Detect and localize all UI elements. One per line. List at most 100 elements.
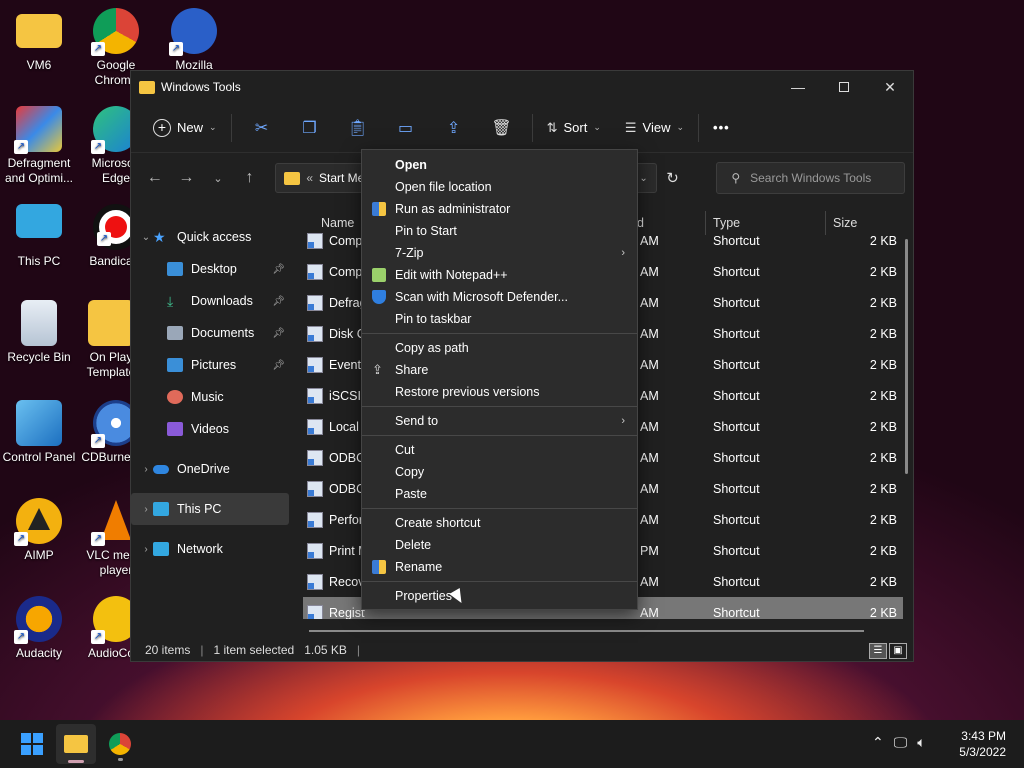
menu-item-paste[interactable]: Paste [362, 483, 637, 505]
chevron-down-icon[interactable]: ⌄ [139, 232, 153, 243]
shortcut-arrow-icon: ↗ [169, 42, 183, 56]
desktop-icon-audacity[interactable]: ↗ Audacity [0, 596, 78, 676]
sidebar-item-downloads[interactable]: ⤓ Downloads 📌︎ [131, 285, 289, 317]
desktop-icon-vm6[interactable]: VM6 [0, 8, 78, 88]
menu-item-create-shortcut[interactable]: Create shortcut [362, 512, 637, 534]
taskbar-chrome[interactable] [100, 724, 140, 764]
file-date: PM [640, 543, 659, 558]
share-button[interactable]: ⇪ [430, 111, 478, 145]
menu-item-pin-to-taskbar[interactable]: Pin to taskbar [362, 308, 637, 330]
menu-item-copy[interactable]: Copy [362, 461, 637, 483]
tiles-view-button[interactable]: ▣ [889, 643, 907, 659]
rename-button[interactable]: ▭ [382, 111, 430, 145]
shortcut-file-icon [307, 511, 323, 528]
pin-icon[interactable]: 📌︎ [272, 296, 285, 307]
sidebar-item-network[interactable]: › Network [131, 533, 289, 565]
title-bar[interactable]: Windows Tools — ✕ [131, 71, 913, 103]
menu-item-share[interactable]: ⇪ Share [362, 359, 637, 381]
close-button[interactable]: ✕ [867, 71, 913, 103]
chevron-down-icon[interactable]: ⌄ [639, 173, 647, 184]
details-view-button[interactable]: ☰ [869, 643, 887, 659]
horizontal-scrollbar[interactable] [309, 630, 864, 632]
menu-item-label: Pin to taskbar [395, 312, 472, 326]
clock[interactable]: 3:43 PM 5/3/2022 [959, 728, 1006, 760]
new-button[interactable]: + New ⌄ [145, 111, 225, 145]
volume-icon[interactable]: 🔈︎ [917, 734, 925, 751]
breadcrumb-overflow[interactable]: « [306, 171, 313, 185]
desktop-icon-control-panel[interactable]: Control Panel [0, 400, 78, 480]
file-type: Shortcut [713, 295, 760, 310]
sidebar-item-this-pc[interactable]: › This PC [131, 493, 289, 525]
pin-icon[interactable]: 📌︎ [272, 264, 285, 275]
menu-item-restore-versions[interactable]: Restore previous versions [362, 381, 637, 403]
taskbar-file-explorer[interactable] [56, 724, 96, 764]
up-button[interactable]: ↑ [234, 169, 266, 187]
file-date: AM [640, 295, 659, 310]
desktop-icon-label: Recycle Bin [7, 350, 71, 364]
chevron-right-icon: › [621, 415, 625, 427]
chevron-right-icon[interactable]: › [139, 464, 153, 475]
control-panel-icon [16, 400, 62, 446]
pin-icon[interactable]: 📌︎ [272, 328, 285, 339]
menu-item-rename[interactable]: Rename [362, 556, 637, 578]
view-button[interactable]: ☰ View ⌄ [617, 111, 692, 145]
sidebar-item-desktop[interactable]: Desktop 📌︎ [131, 253, 289, 285]
system-tray: ⌃ 🖵︎ 🔈︎ [872, 734, 926, 751]
view-icon: ☰ [624, 119, 637, 135]
menu-item-edit-notepadpp[interactable]: Edit with Notepad++ [362, 264, 637, 286]
more-options-button[interactable]: ••• [705, 111, 738, 145]
chevron-up-icon[interactable]: ⌃ [872, 734, 884, 751]
minimize-button[interactable]: — [775, 71, 821, 103]
menu-item-properties[interactable]: Properties [362, 585, 637, 607]
maximize-button[interactable] [821, 71, 867, 103]
menu-item-run-as-admin[interactable]: Run as administrator [362, 198, 637, 220]
chevron-right-icon[interactable]: › [139, 504, 153, 515]
network-icon[interactable]: 🖵︎ [894, 734, 908, 751]
menu-item-delete[interactable]: Delete [362, 534, 637, 556]
sidebar-item-music[interactable]: Music [131, 381, 289, 413]
copy-button[interactable]: ❐ [286, 111, 334, 145]
pin-icon[interactable]: 📌︎ [272, 360, 285, 371]
paste-button[interactable]: 📋︎ [334, 111, 382, 145]
menu-item-cut[interactable]: Cut [362, 439, 637, 461]
menu-item-send-to[interactable]: Send to › [362, 410, 637, 432]
cut-button[interactable]: ✂ [238, 111, 286, 145]
desktop-icon-recycle-bin[interactable]: Recycle Bin [0, 300, 78, 380]
delete-button[interactable]: 🗑︎ [478, 111, 526, 145]
new-label: New [177, 120, 204, 135]
chevron-right-icon[interactable]: › [139, 544, 153, 555]
refresh-button[interactable]: ↻ [657, 169, 689, 187]
desktop-icon-defragment[interactable]: ↗ Defragment and Optimi... [0, 106, 78, 186]
menu-item-open[interactable]: Open [362, 154, 637, 176]
shortcut-arrow-icon: ↗ [14, 532, 28, 546]
recent-locations-button[interactable]: ⌄ [202, 172, 234, 185]
start-button[interactable] [12, 724, 52, 764]
back-button[interactable]: ← [139, 169, 171, 187]
status-size: 1.05 KB [304, 643, 347, 657]
toolbar-divider [230, 113, 232, 142]
window-title: Windows Tools [161, 80, 241, 94]
menu-item-pin-to-start[interactable]: Pin to Start [362, 220, 637, 242]
sidebar-item-label: This PC [177, 502, 222, 516]
forward-button[interactable]: → [171, 169, 203, 187]
search-input[interactable]: ⚲ Search Windows Tools [716, 162, 906, 194]
vertical-scrollbar[interactable] [905, 239, 908, 474]
sidebar-item-documents[interactable]: Documents 📌︎ [131, 317, 289, 349]
menu-item-7zip[interactable]: 7-Zip › [362, 242, 637, 264]
view-toggle: ☰ ▣ [869, 643, 907, 659]
sidebar-item-pictures[interactable]: Pictures 📌︎ [131, 349, 289, 381]
desktop-icon-aimp[interactable]: ↗ AIMP [0, 498, 78, 578]
menu-item-open-file-location[interactable]: Open file location [362, 176, 637, 198]
menu-item-scan-defender[interactable]: Scan with Microsoft Defender... [362, 286, 637, 308]
taskbar: ⌃ 🖵︎ 🔈︎ 3:43 PM 5/3/2022 [0, 720, 1024, 768]
sidebar-item-label: Quick access [177, 230, 252, 244]
file-size: 2 KB [869, 326, 897, 341]
context-menu: Open Open file location Run as administr… [361, 149, 638, 610]
sidebar-item-onedrive[interactable]: › OneDrive [131, 453, 289, 485]
sidebar-item-videos[interactable]: Videos [131, 413, 289, 445]
sidebar-item-quick-access[interactable]: ⌄ ★ Quick access [131, 221, 289, 253]
menu-item-copy-as-path[interactable]: Copy as path [362, 337, 637, 359]
sort-button[interactable]: ⇅ Sort ⌄ [539, 111, 609, 145]
clock-time: 3:43 PM [961, 729, 1006, 743]
desktop-icon-thispc[interactable]: This PC [0, 204, 78, 284]
